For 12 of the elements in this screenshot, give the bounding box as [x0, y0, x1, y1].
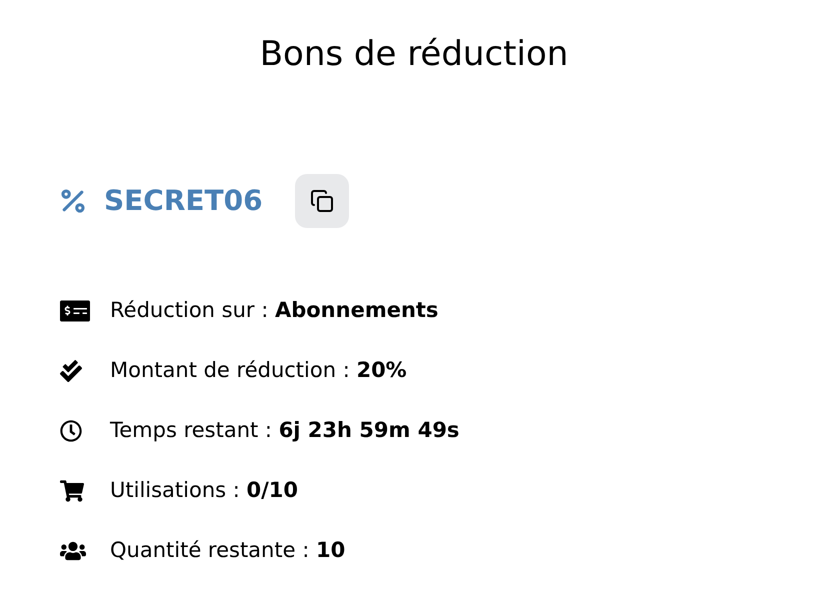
detail-text: Montant de réduction : 20% [110, 357, 407, 384]
copy-icon [310, 189, 334, 213]
cart-icon [60, 479, 84, 503]
coupon-code: SECRET06 [104, 183, 263, 219]
copy-button[interactable] [294, 174, 349, 228]
double-check-icon [60, 360, 82, 382]
page-title: Bons de réduction [260, 33, 568, 76]
detail-text: Quantité restante : 10 [110, 537, 346, 564]
detail-text: Temps restant : 6j 23h 59m 49s [110, 417, 460, 444]
clock-icon [60, 420, 82, 442]
detail-text: Utilisations : 0/10 [110, 477, 298, 504]
detail-text: Réduction sur : Abonnements [110, 297, 438, 324]
